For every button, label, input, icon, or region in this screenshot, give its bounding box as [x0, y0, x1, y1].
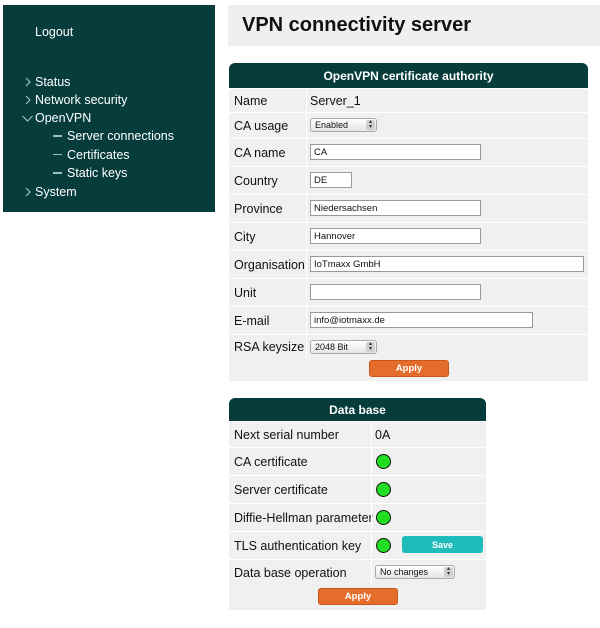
status-ok-icon	[376, 510, 391, 525]
ca-row-unit: Unit	[229, 279, 588, 306]
tls-label: TLS authentication key	[234, 539, 362, 553]
sidebar-item-system[interactable]: System	[3, 183, 215, 201]
page-header: VPN connectivity server	[228, 5, 600, 46]
sidebar-subitem-certificates[interactable]: Certificates	[3, 146, 215, 165]
province-label: Province	[234, 202, 283, 216]
province-input[interactable]	[310, 200, 481, 216]
ca-row-province: Province	[229, 195, 588, 222]
city-input[interactable]	[310, 228, 481, 244]
rsa-keysize-select[interactable]: 2048 Bit ▴ ▾	[310, 340, 377, 354]
page-title: VPN connectivity server	[242, 14, 471, 36]
ca-apply-button[interactable]: Apply	[369, 360, 449, 377]
select-arrows-icon: ▴ ▾	[366, 341, 375, 352]
column-divider	[371, 422, 372, 585]
sidebar-item-openvpn[interactable]: OpenVPN	[3, 109, 215, 127]
ca-cert-label: CA certificate	[234, 455, 308, 469]
sidebar-item-label: System	[35, 184, 77, 199]
organisation-label: Organisation	[234, 258, 305, 272]
tls-save-button[interactable]: Save	[402, 536, 483, 553]
ca-row-rsa: RSA keysize 2048 Bit ▴ ▾	[229, 335, 588, 359]
rsa-keysize-value: 2048 Bit	[315, 342, 349, 352]
db-row-ca-cert: CA certificate	[229, 448, 486, 475]
database-panel-title: Data base	[229, 398, 486, 421]
db-apply-row: Apply	[229, 585, 486, 610]
ca-row-usage: CA usage Enabled ▴ ▾	[229, 113, 588, 138]
sidebar-subitem-label: Server connections	[67, 129, 175, 144]
ca-name-input[interactable]	[310, 144, 481, 160]
city-label: City	[234, 230, 256, 244]
country-input[interactable]	[310, 172, 352, 188]
status-ok-icon	[376, 482, 391, 497]
sidebar-nav: Status Network security OpenVPN Server c…	[3, 73, 215, 201]
operation-select[interactable]: No changes ▴ ▾	[375, 565, 455, 579]
organisation-input[interactable]	[310, 256, 584, 272]
select-arrows-icon: ▴ ▾	[444, 566, 453, 577]
db-row-serial: Next serial number 0A	[229, 422, 486, 447]
dash-icon	[53, 172, 62, 174]
serial-value: 0A	[375, 428, 391, 442]
server-cert-label: Server certificate	[234, 483, 328, 497]
sidebar-subitem-server-connections[interactable]: Server connections	[3, 127, 215, 146]
operation-label: Data base operation	[234, 566, 347, 580]
db-row-server-cert: Server certificate	[229, 476, 486, 503]
operation-value: No changes	[380, 567, 429, 577]
ca-panel: OpenVPN certificate authority Name Serve…	[229, 63, 588, 381]
chevron-down-icon	[22, 115, 33, 122]
sidebar-item-label: Network security	[35, 93, 128, 107]
ca-usage-value: Enabled	[315, 120, 349, 130]
ca-row-email: E-mail	[229, 307, 588, 334]
sidebar-item-label: Status	[35, 75, 71, 89]
sidebar-item-network-security[interactable]: Network security	[3, 91, 215, 109]
ca-panel-title: OpenVPN certificate authority	[229, 63, 588, 88]
ca-usage-select[interactable]: Enabled ▴ ▾	[310, 118, 377, 132]
sidebar-subitem-static-keys[interactable]: Static keys	[3, 164, 215, 183]
ca-row-country: Country	[229, 167, 588, 194]
chevron-right-icon	[25, 77, 31, 87]
chevron-right-icon	[25, 187, 31, 196]
email-input[interactable]	[310, 312, 533, 328]
db-row-dh: Diffie-Hellman parameter	[229, 504, 486, 531]
status-ok-icon	[376, 538, 391, 553]
sidebar-item-label: OpenVPN	[35, 111, 92, 125]
db-row-tls: TLS authentication key Save	[229, 532, 486, 559]
sidebar-subitem-label: Certificates	[67, 147, 130, 162]
ca-name-label: CA name	[234, 146, 286, 160]
serial-label: Next serial number	[234, 428, 339, 442]
db-apply-button[interactable]: Apply	[318, 588, 398, 605]
chevron-right-icon	[25, 95, 31, 105]
dash-icon	[53, 135, 62, 137]
dh-label: Diffie-Hellman parameter	[234, 511, 373, 525]
sidebar: Logout Status Network security OpenVPN S…	[3, 5, 215, 212]
ca-row-name: Name Server_1	[229, 89, 588, 112]
status-ok-icon	[376, 454, 391, 469]
select-arrows-icon: ▴ ▾	[366, 119, 375, 130]
name-label: Name	[234, 94, 268, 108]
dash-icon	[53, 153, 62, 155]
country-label: Country	[234, 174, 278, 188]
unit-label: Unit	[234, 286, 257, 300]
column-divider	[306, 89, 307, 359]
email-label: E-mail	[234, 314, 270, 328]
logout-link[interactable]: Logout	[35, 25, 73, 39]
ca-usage-label: CA usage	[234, 119, 289, 133]
ca-row-city: City	[229, 223, 588, 250]
sidebar-item-status[interactable]: Status	[3, 73, 215, 91]
ca-apply-row: Apply	[229, 359, 588, 381]
db-row-operation: Data base operation No changes ▴ ▾	[229, 560, 486, 585]
ca-row-ca-name: CA name	[229, 139, 588, 166]
ca-row-organisation: Organisation	[229, 251, 588, 278]
unit-input[interactable]	[310, 284, 481, 300]
sidebar-subitem-label: Static keys	[67, 166, 128, 181]
name-value: Server_1	[310, 94, 361, 108]
database-panel: Data base Next serial number 0A CA certi…	[229, 398, 486, 610]
rsa-keysize-label: RSA keysize	[234, 340, 305, 354]
